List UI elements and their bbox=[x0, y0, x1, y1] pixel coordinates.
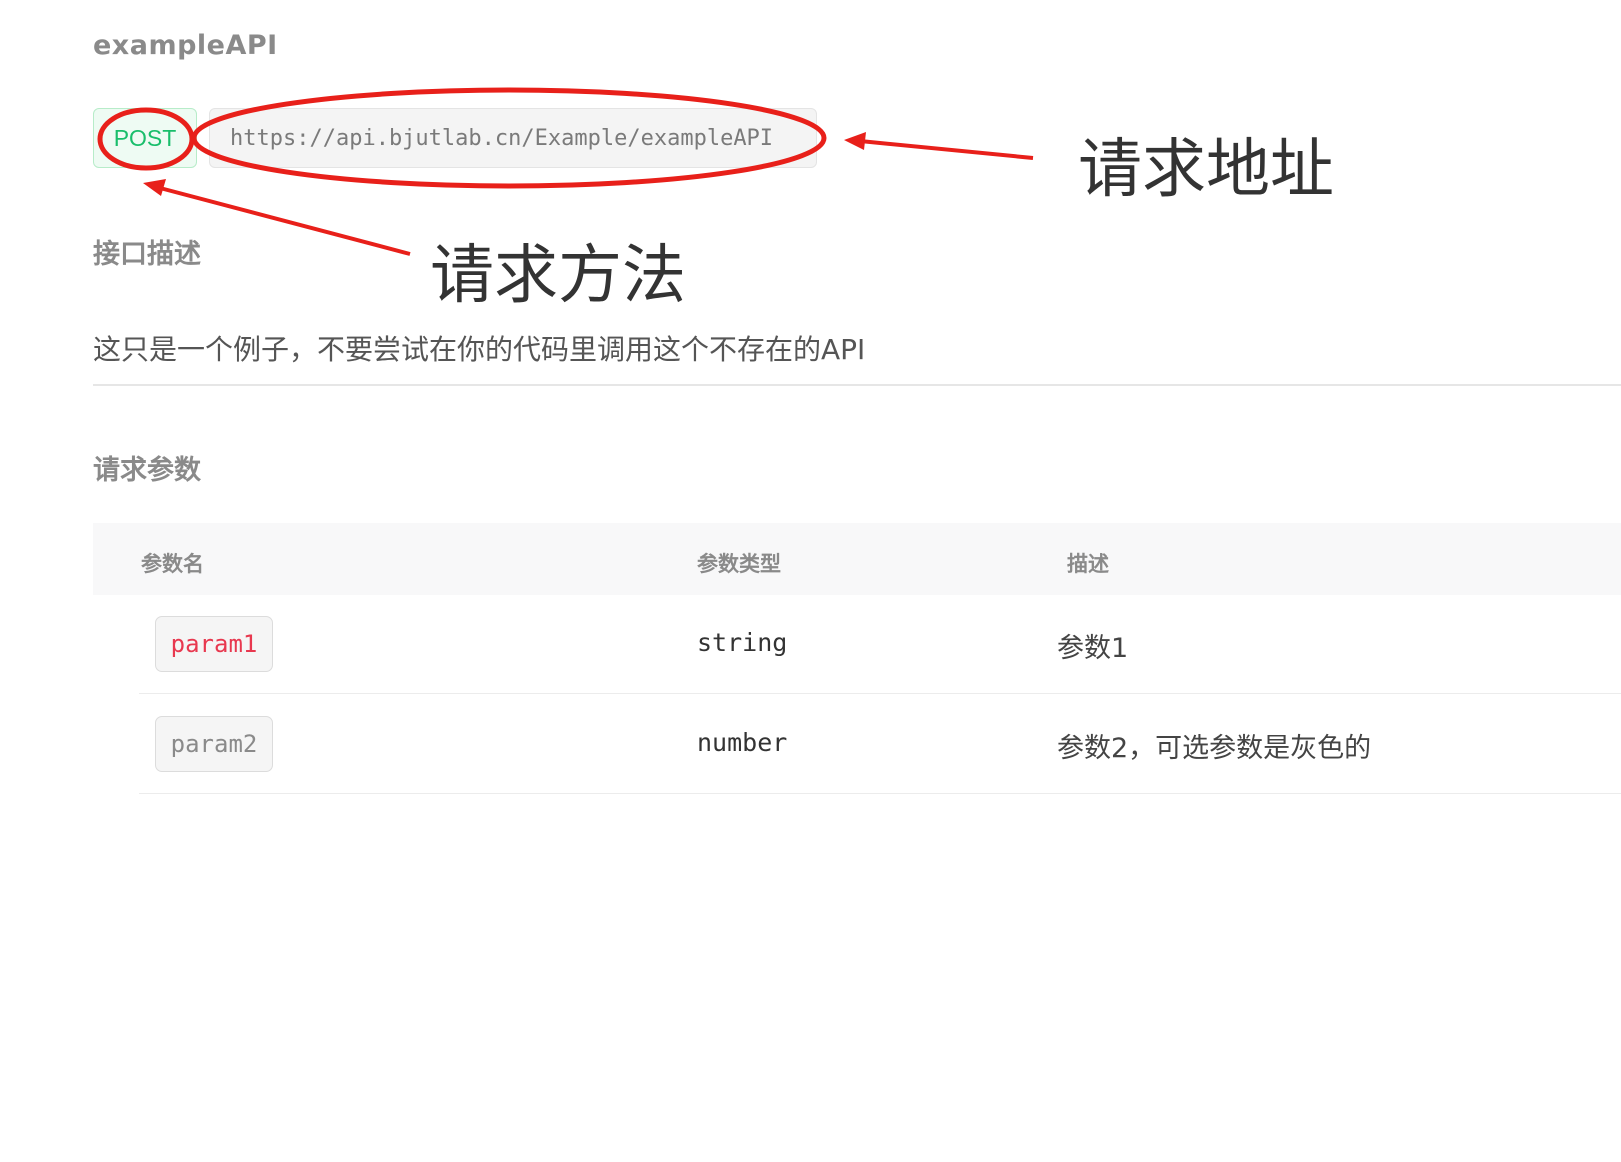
annotation-overlay bbox=[97, 87, 1034, 256]
url-highlight-ellipse bbox=[191, 87, 827, 189]
url-arrow bbox=[859, 139, 1034, 160]
url-annotation-label: 请求地址 bbox=[1078, 133, 1334, 207]
method-annotation-label: 请求方法 bbox=[430, 239, 686, 313]
method-highlight-ellipse bbox=[97, 107, 195, 171]
method-arrowhead bbox=[143, 179, 166, 196]
url-arrowhead bbox=[844, 132, 866, 150]
method-arrow bbox=[159, 186, 411, 256]
